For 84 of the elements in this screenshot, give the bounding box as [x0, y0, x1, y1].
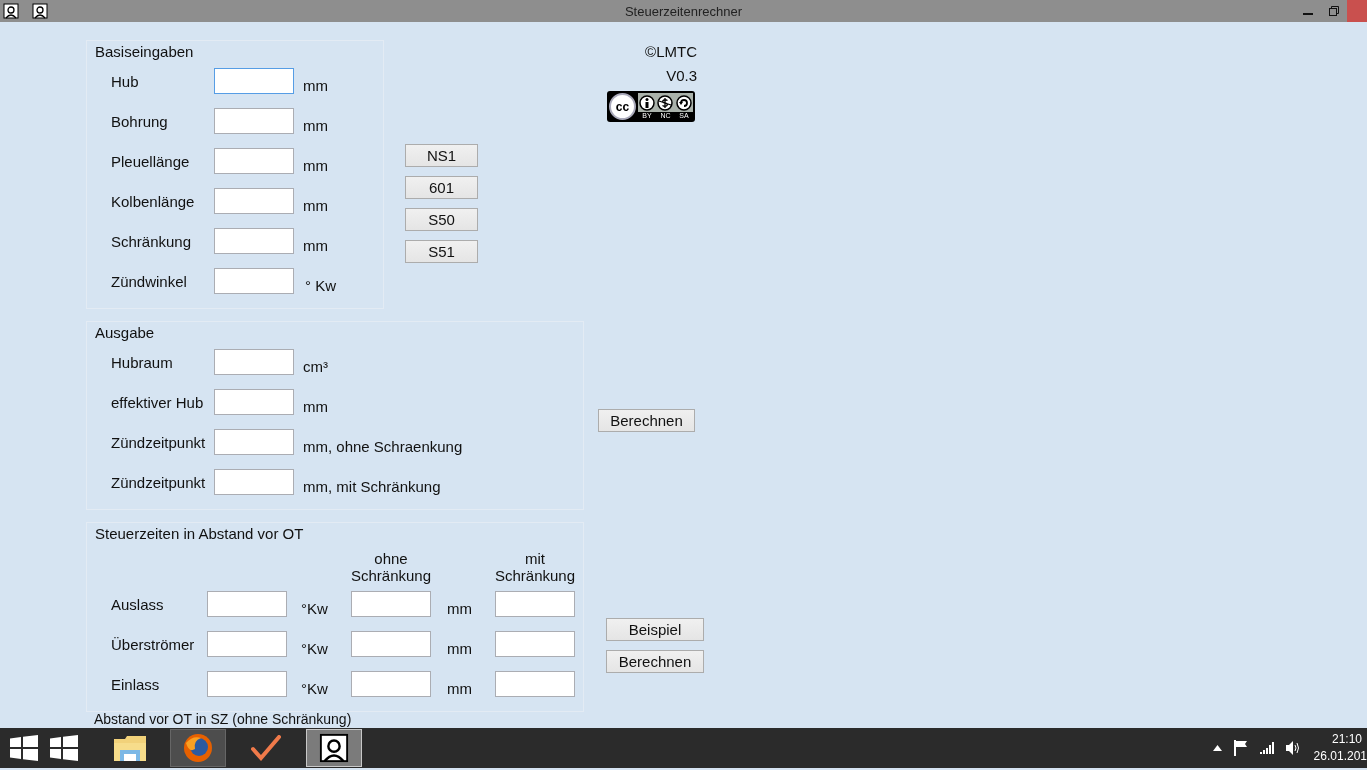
- unit-label: mm: [446, 599, 473, 617]
- field-label: effektiver Hub: [111, 393, 205, 411]
- output-field[interactable]: [214, 389, 294, 415]
- input-field[interactable]: [207, 671, 287, 697]
- restore-icon[interactable]: [1329, 6, 1339, 16]
- flag-icon[interactable]: [1233, 740, 1248, 756]
- unit-label: mm: [302, 156, 329, 174]
- unit-label: mm, ohne Schraenkung: [302, 437, 464, 455]
- input-field[interactable]: [207, 631, 287, 657]
- field-label: Einlass: [111, 675, 161, 693]
- clock[interactable]: 21:10 26.01.201: [1313, 731, 1367, 765]
- input-field[interactable]: [214, 188, 294, 214]
- input-field[interactable]: [214, 228, 294, 254]
- app-icon: [32, 3, 48, 19]
- unit-label: ° Kw: [304, 276, 337, 294]
- column-header: ohne Schränkung: [349, 550, 433, 584]
- preset-button[interactable]: NS1: [405, 144, 478, 167]
- example-button[interactable]: Beispiel: [606, 618, 704, 641]
- field-label: Kolbenlänge: [111, 192, 196, 210]
- crossed-dollar-icon: [657, 94, 674, 111]
- field-label: Hubraum: [111, 353, 174, 371]
- column-header: mit Schränkung: [493, 550, 577, 584]
- calculate-button[interactable]: Berechnen: [598, 409, 695, 432]
- person-icon: [639, 94, 656, 111]
- person-frame-icon: [319, 733, 349, 763]
- unit-label: °Kw: [300, 639, 329, 657]
- browser-icon: [183, 733, 213, 763]
- unit-label: mm: [302, 76, 329, 94]
- unit-label: °Kw: [300, 679, 329, 697]
- unit-label: mm: [302, 236, 329, 254]
- field-label: Überströmer: [111, 635, 196, 653]
- folder-icon: [113, 733, 147, 763]
- unit-label: mm, mit Schränkung: [302, 477, 442, 495]
- preset-button[interactable]: S51: [405, 240, 478, 263]
- unit-label: mm: [446, 639, 473, 657]
- unit-label: mm: [302, 196, 329, 214]
- output-field[interactable]: [351, 631, 431, 657]
- output-field[interactable]: [495, 671, 575, 697]
- field-label: Auslass: [111, 595, 165, 613]
- signal-icon[interactable]: [1259, 742, 1274, 754]
- checkmark-icon: [251, 735, 281, 761]
- windows-icon[interactable]: [10, 735, 38, 761]
- output-field[interactable]: [214, 469, 294, 495]
- group-title: Basiseingaben: [95, 42, 194, 60]
- taskbar-button[interactable]: [306, 729, 362, 767]
- unit-label: cm³: [302, 357, 329, 375]
- input-field[interactable]: [214, 108, 294, 134]
- speaker-icon[interactable]: [1285, 741, 1302, 755]
- unit-label: mm: [302, 116, 329, 134]
- calculate-button[interactable]: Berechnen: [606, 650, 704, 673]
- output-field[interactable]: [495, 631, 575, 657]
- group-title: Steuerzeiten in Abstand vor OT: [95, 524, 304, 542]
- input-field[interactable]: [214, 68, 294, 94]
- field-label: Zündzeitpunkt: [111, 433, 207, 451]
- app-icon: [3, 3, 19, 19]
- output-field[interactable]: [495, 591, 575, 617]
- preset-button[interactable]: S50: [405, 208, 478, 231]
- caret-up-icon[interactable]: [1212, 745, 1222, 751]
- copyright-text: ©LMTC: [645, 42, 697, 62]
- windows-icon[interactable]: [50, 735, 78, 761]
- group-title: Abstand vor OT in SZ (ohne Schränkung): [94, 710, 352, 728]
- input-field[interactable]: [207, 591, 287, 617]
- input-field[interactable]: [214, 148, 294, 174]
- output-field[interactable]: [351, 671, 431, 697]
- clock-time: 21:10: [1331, 731, 1362, 748]
- group-title: Ausgabe: [95, 323, 155, 341]
- output-field[interactable]: [351, 591, 431, 617]
- field-label: Hub: [111, 72, 140, 90]
- field-label: Schränkung: [111, 232, 193, 250]
- field-label: Bohrung: [111, 112, 169, 130]
- output-field[interactable]: [214, 429, 294, 455]
- window-title: Steuerzeitenrechner: [624, 3, 743, 19]
- field-label: Zündwinkel: [111, 272, 188, 290]
- clock-date: 26.01.201: [1313, 748, 1367, 765]
- input-field[interactable]: [214, 268, 294, 294]
- field-label: Zündzeitpunkt: [111, 473, 207, 491]
- version-text: V0.3: [666, 66, 697, 86]
- field-label: Pleuellänge: [111, 152, 191, 170]
- unit-label: mm: [446, 679, 473, 697]
- share-alike-icon: [675, 94, 692, 111]
- unit-label: °Kw: [300, 599, 329, 617]
- output-field[interactable]: [214, 349, 294, 375]
- unit-label: mm: [302, 397, 329, 415]
- preset-button[interactable]: 601: [405, 176, 478, 199]
